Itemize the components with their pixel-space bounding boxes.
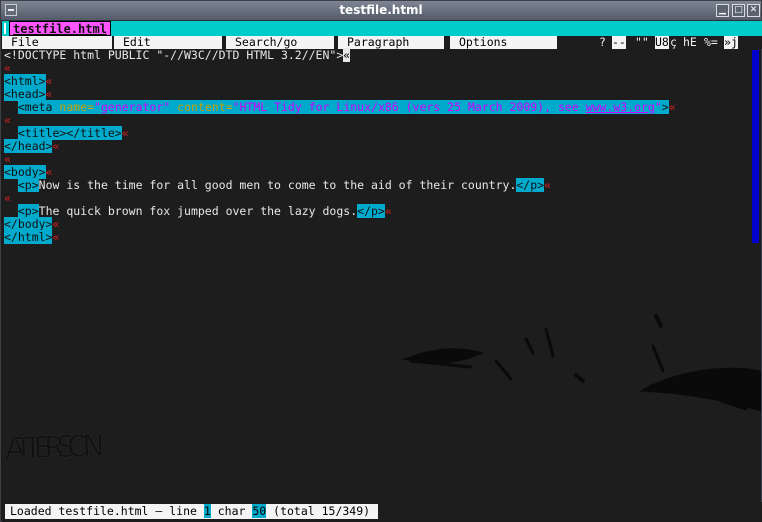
head-close-tag: </head> — [4, 139, 53, 153]
return-mark: « — [121, 126, 129, 140]
return-mark: « — [45, 165, 53, 179]
return-mark: « — [52, 139, 60, 153]
p-open-tag: <p> — [17, 204, 39, 218]
return-mark: « — [45, 87, 53, 101]
window-title: testfile.html — [339, 3, 423, 17]
p-close-tag: </p> — [357, 204, 385, 218]
attr-content-value: "HTML Tidy for Linux/x86 (vers 25 March … — [232, 100, 586, 114]
meta-tag: <meta name="generator" content="HTML Tid… — [17, 100, 669, 114]
he-indicator[interactable]: hE — [683, 36, 697, 49]
wallpaper-sketch: ATTERSON — [4, 314, 761, 467]
return-mark: « — [4, 113, 11, 127]
wallpaper-signature: ATTERSON — [4, 429, 105, 467]
title-tags: <title></title> — [17, 126, 122, 140]
return-mark: « — [544, 178, 552, 192]
percent-indicator[interactable]: %= — [704, 36, 718, 49]
help-indicator[interactable]: ? — [599, 36, 606, 49]
text-cursor: « — [343, 48, 351, 62]
title-bar[interactable]: testfile.html ▁ □ ✕ — [1, 1, 761, 21]
return-mark: « — [52, 230, 60, 244]
maximize-button[interactable]: □ — [732, 4, 745, 17]
editor-line: <meta name="generator" content="HTML Tid… — [4, 100, 676, 114]
quotes-indicator[interactable]: "" — [635, 36, 649, 49]
editor-line: <p>The quick brown fox jumped over the l… — [4, 204, 392, 218]
editor-line: <p>Now is the time for all good men to c… — [4, 178, 552, 192]
paragraph-1-text: Now is the time for all good men to come… — [38, 178, 517, 192]
status-char-label: char — [210, 504, 253, 518]
doctype-text: <!DOCTYPE html PUBLIC "-//W3C//DTD HTML … — [4, 48, 344, 62]
attr-content: content= — [177, 100, 233, 114]
tab-testfile[interactable]: testfile.html — [9, 21, 111, 36]
status-char-number: 50 — [252, 504, 267, 518]
status-message: Loaded testfile.html — line 1 char 50 (t… — [5, 504, 379, 519]
paragraph-2-text: The quick brown fox jumped over the lazy… — [38, 204, 358, 218]
p-open-tag: <p> — [17, 178, 39, 192]
tab-marker-icon — [4, 23, 6, 34]
status-line-number: 1 — [203, 504, 211, 518]
attr-name: name= — [59, 100, 95, 114]
content-url-link[interactable]: www.w3.org — [586, 100, 655, 114]
head-open-tag: <head> — [4, 87, 46, 101]
editor-line: </html>« — [4, 230, 60, 244]
minimize-button[interactable]: ▁ — [716, 4, 729, 17]
editor-line: </head>« — [4, 139, 60, 153]
status-prefix: Loaded testfile.html — line — [10, 504, 204, 518]
return-mark: « — [45, 74, 53, 88]
cedilla-indicator[interactable]: ç — [670, 36, 677, 49]
return-mark: « — [4, 191, 11, 205]
return-mark: « — [4, 152, 11, 166]
return-mark: « — [668, 100, 676, 114]
menu-paragraph[interactable]: Paragraph — [338, 36, 444, 49]
attr-content-value-end: " — [654, 100, 662, 114]
html-open-tag: <html> — [4, 74, 46, 88]
last-indicator[interactable]: »j — [724, 36, 738, 49]
vertical-scrollbar[interactable] — [752, 50, 759, 243]
menu-options[interactable]: Options — [450, 36, 557, 49]
body-close-tag: </body> — [4, 217, 53, 231]
p-close-tag: </p> — [516, 178, 545, 192]
status-total: (total 15/349) — [266, 504, 371, 518]
editor-line: <!DOCTYPE html PUBLIC "-//W3C//DTD HTML … — [4, 48, 351, 62]
meta-close: > — [661, 100, 669, 114]
return-mark: « — [4, 61, 11, 75]
status-bar: Loaded testfile.html — line 1 char 50 (t… — [2, 502, 762, 522]
charset-indicator[interactable]: U8 — [655, 36, 669, 49]
body-open-tag: <body> — [4, 165, 46, 179]
return-mark: « — [52, 217, 60, 231]
attr-name-value: "generator" — [94, 100, 171, 114]
html-close-tag: </html> — [4, 230, 53, 244]
return-mark: « — [384, 204, 392, 218]
close-button[interactable]: ✕ — [747, 4, 760, 17]
meta-open: <meta — [17, 100, 53, 114]
editor-window: testfile.html ▁ □ ✕ testfile.html File E… — [0, 0, 762, 522]
dashes-indicator[interactable]: -- — [612, 36, 626, 49]
tab-bar: testfile.html — [2, 21, 762, 36]
